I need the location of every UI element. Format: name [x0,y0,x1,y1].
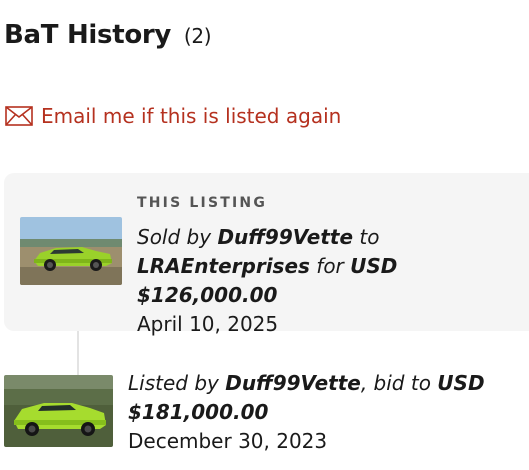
this-listing-car-thumbnail[interactable] [20,217,122,285]
sale-date: April 10, 2025 [137,312,279,336]
envelope-icon [5,106,33,126]
this-listing-summary: Sold by Duff99Vette to LRAEnterprises fo… [137,223,529,339]
to-word: to [359,225,380,249]
bat-history-count: (2) [183,24,212,48]
bat-history-title: BaT History (2) [4,20,212,50]
sold-by-prefix: Sold by [137,225,212,249]
buyer-username-link[interactable]: LRAEnterprises [137,254,310,278]
bid-price: $181,000.00 [128,400,269,424]
listing-date: December 30, 2023 [128,429,328,453]
previous-listing-car-thumbnail[interactable] [4,375,113,447]
timeline-connector [77,330,79,376]
email-link-label: Email me if this is listed again [41,104,342,128]
for-word: for [316,254,344,278]
this-listing-card: THIS LISTING Sold by Duff99Vette to LRAE… [4,173,529,336]
email-me-if-listed-again-link[interactable]: Email me if this is listed again [5,104,341,128]
bid-to-text: , bid to [360,371,431,395]
bid-currency: USD [437,371,485,395]
this-listing-heading: THIS LISTING [137,195,268,211]
previous-seller-username-link[interactable]: Duff99Vette [225,371,361,395]
bat-history-title-text: BaT History [4,20,172,50]
previous-listing-summary: Listed by Duff99Vette, bid to USD $181,0… [128,369,528,456]
seller-username-link[interactable]: Duff99Vette [217,225,353,249]
listed-by-prefix: Listed by [128,371,219,395]
